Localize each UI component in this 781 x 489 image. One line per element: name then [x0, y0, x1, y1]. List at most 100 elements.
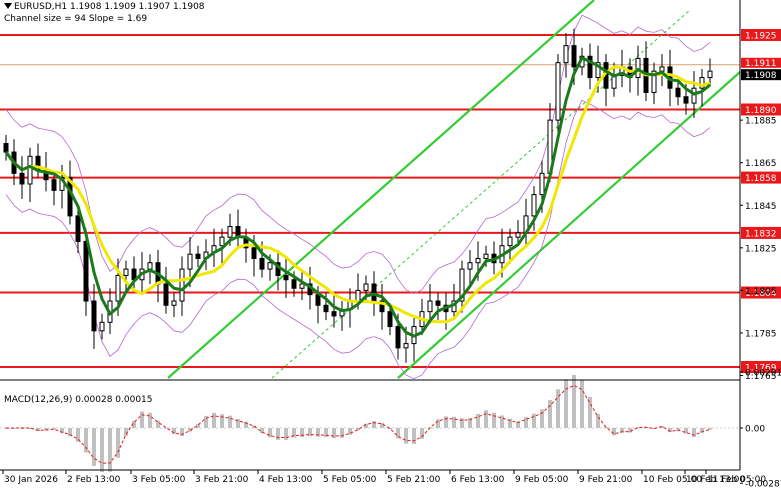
- candle-body: [515, 232, 521, 238]
- time-tick-label: 5 Feb 05:00: [323, 475, 377, 485]
- candle-body: [403, 343, 409, 349]
- macd-bar: [108, 428, 112, 472]
- macd-bar: [100, 428, 104, 472]
- candle-body: [115, 274, 121, 302]
- candle-body: [323, 304, 329, 313]
- candle-body: [467, 262, 473, 270]
- candle-body: [99, 321, 105, 332]
- macd-bar: [332, 428, 336, 439]
- candle-body: [171, 300, 177, 306]
- price-tick-label: 1.1845: [745, 202, 777, 212]
- price-tick-label: 1.1785: [745, 329, 777, 339]
- macd-bar: [348, 428, 352, 435]
- level-label: 1.1832: [745, 229, 777, 239]
- level-label: 1.1925: [745, 32, 777, 42]
- macd-bar: [436, 419, 440, 428]
- candle-body: [315, 294, 321, 306]
- macd-bar: [228, 415, 232, 428]
- time-tick-label: 9 Feb 21:00: [579, 475, 633, 485]
- macd-bar: [220, 414, 224, 428]
- candle-body: [83, 240, 89, 302]
- candle-body: [299, 283, 305, 289]
- candle-body: [91, 300, 97, 332]
- macd-bar: [212, 412, 216, 428]
- candle-body: [475, 257, 481, 264]
- candle-body: [27, 155, 33, 185]
- candle-body: [691, 87, 697, 104]
- price-tick-label: 1.1885: [745, 117, 777, 127]
- channel-upper-line: [167, 0, 595, 379]
- candle-body: [675, 87, 681, 98]
- macd-bar: [452, 416, 456, 428]
- price-chart[interactable]: 1.19251.18901.18581.18321.18041.17691.18…: [0, 0, 781, 489]
- time-tick-label: 5 Feb 21:00: [387, 475, 441, 485]
- time-tick-label: 2 Feb 13:00: [67, 475, 121, 485]
- macd-bar: [148, 412, 152, 428]
- macd-bar: [564, 379, 568, 428]
- candle-body: [659, 66, 665, 72]
- macd-bar: [572, 374, 576, 428]
- price-tick-label: 1.1805: [745, 287, 777, 297]
- candle-body: [195, 253, 201, 259]
- candle-body: [571, 45, 577, 68]
- macd-bar: [532, 413, 536, 428]
- candle-body: [259, 257, 265, 270]
- candle-body: [291, 279, 297, 289]
- macd-bar: [404, 428, 408, 444]
- macd-bar: [156, 420, 160, 428]
- candle-body: [251, 247, 257, 259]
- time-tick-label: 11 Feb 05:00: [707, 475, 766, 485]
- candle-body: [51, 179, 57, 191]
- candle-body: [179, 268, 185, 302]
- candle-body: [531, 194, 537, 217]
- envelope-upper: [5, 14, 711, 295]
- candle-body: [355, 289, 361, 302]
- macd-bar: [268, 428, 272, 438]
- candle-body: [387, 311, 393, 328]
- level-label: 1.1890: [745, 106, 777, 116]
- macd-bar: [596, 413, 600, 428]
- time-tick-label: 3 Feb 21:00: [195, 475, 249, 485]
- macd-bar: [492, 412, 496, 428]
- macd-bar: [444, 416, 448, 428]
- candle-body: [227, 226, 233, 238]
- envelope-lower: [5, 99, 711, 380]
- candle-body: [539, 172, 545, 196]
- time-tick-label: 3 Feb 05:00: [132, 475, 186, 485]
- candle-body: [267, 262, 273, 270]
- macd-bar: [284, 428, 288, 440]
- candle-body: [371, 283, 377, 302]
- candle-body: [163, 283, 169, 306]
- macd-bar: [116, 428, 120, 458]
- macd-bar: [276, 428, 280, 440]
- macd-tick-label: 0.00: [745, 425, 765, 435]
- ask-label: 1.1911: [745, 59, 777, 69]
- macd-bar: [540, 409, 544, 428]
- macd-bar: [412, 428, 416, 445]
- price-tick-label: 1.1825: [745, 244, 777, 254]
- candle-body: [707, 70, 713, 79]
- macd-bar: [612, 428, 616, 436]
- candle-body: [563, 45, 569, 64]
- macd-bar: [140, 411, 144, 428]
- candle-body: [75, 215, 81, 242]
- candle-body: [147, 262, 153, 270]
- time-tick-label: 6 Feb 13:00: [451, 475, 505, 485]
- level-label: 1.1858: [745, 174, 777, 184]
- candle-body: [331, 311, 337, 317]
- candle-body: [19, 172, 25, 185]
- candle-body: [187, 253, 193, 270]
- macd-bar: [164, 427, 168, 429]
- candle-body: [363, 283, 369, 291]
- candle-body: [283, 274, 289, 281]
- bid-label: 1.1908: [745, 71, 777, 81]
- candle-body: [483, 253, 489, 259]
- candle-body: [683, 96, 689, 104]
- candle-body: [3, 143, 9, 153]
- candle-body: [123, 268, 129, 276]
- time-tick-label: 30 Jan 2026: [4, 475, 58, 485]
- macd-tick-label: 0.00291: [745, 369, 781, 379]
- channel-lower-line: [397, 71, 741, 379]
- candle-body: [219, 236, 225, 247]
- macd-bar: [628, 428, 632, 433]
